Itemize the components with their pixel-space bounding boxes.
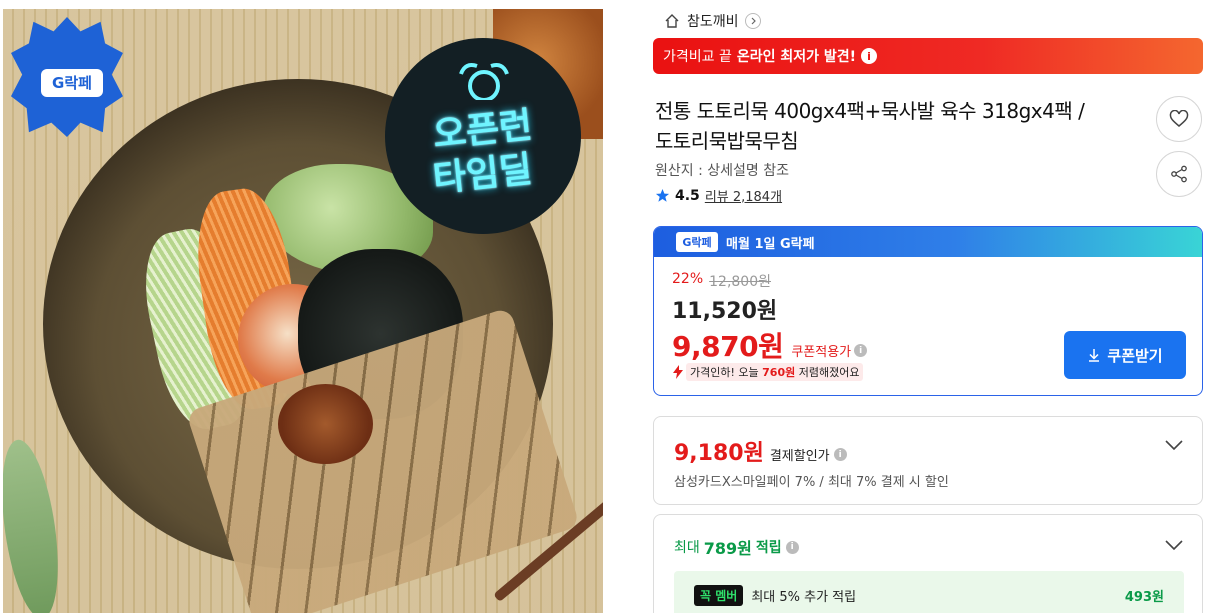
origin-info: 원산지 : 상세설명 참조: [655, 163, 789, 179]
coupon-label-text: 쿠폰적용가: [791, 345, 852, 360]
chevron-down-icon[interactable]: [1164, 439, 1184, 451]
card-discount-box[interactable]: 9,180원 결제할인가 i 삼성카드X스마일페이 7% / 최대 7% 결제 …: [653, 416, 1203, 505]
heart-icon: [1169, 110, 1189, 127]
g-festival-mini-logo: G락페: [676, 232, 718, 252]
lowest-price-banner[interactable]: 가격비교 끝 온라인 최저가 발견! i: [653, 38, 1203, 74]
g-festival-header-text: 매월 1일 G락페: [726, 236, 815, 252]
points-amount: 789원: [703, 539, 752, 558]
price-drop-notice: 가격인하! 오늘 760원 저렴해졌어요: [672, 363, 864, 381]
rating-score: 4.5: [675, 187, 700, 204]
open-run-badge: 오픈런 타임딜: [385, 38, 581, 234]
alarm-clock-icon: [459, 63, 509, 100]
product-image[interactable]: G락페 오픈런 타임딜: [3, 9, 603, 613]
promo-highlight: 온라인 최저가 발견!: [736, 49, 857, 65]
price-drop-chip: 가격인하! 오늘 760원 저렴해졌어요: [686, 363, 864, 381]
chevron-down-icon[interactable]: [1164, 539, 1184, 551]
discount-rate: 22%: [672, 271, 704, 287]
points-box[interactable]: 최대 789원 적립 i 꼭 멤버 최대 5% 추가 적립 493원: [653, 514, 1203, 613]
points-row: 최대 789원 적립 i: [674, 535, 799, 559]
points-suffix: 적립: [755, 540, 782, 556]
product-title-line2: 도토리묵밥묵무침: [655, 129, 799, 153]
member-points-text: 최대 5% 추가 적립: [751, 589, 857, 605]
info-icon[interactable]: i: [785, 540, 799, 554]
product-title: 전통 도토리묵 400gx4팩+묵사발 육수 318gx4팩 / 도토리묵밥묵무…: [655, 96, 1135, 156]
rating-row: 4.5 리뷰 2,184개: [655, 186, 782, 205]
download-icon: [1089, 349, 1100, 362]
review-link[interactable]: 리뷰 2,184개: [705, 186, 782, 205]
share-icon: [1171, 165, 1187, 183]
promo-prefix: 가격비교 끝: [663, 49, 732, 65]
card-discount-price: 9,180원: [674, 441, 764, 466]
price-drop-amount: 760원: [762, 366, 796, 379]
member-points-row: 꼭 멤버 최대 5% 추가 적립 493원: [674, 571, 1184, 613]
coupon-price-row: 9,870원 쿠폰적용가 i: [672, 325, 868, 365]
lightning-icon: [673, 365, 683, 379]
coupon-price-label: 쿠폰적용가 i: [791, 341, 868, 360]
price-drop-suffix: 저렴해졌어요: [798, 366, 860, 379]
card-price-row: 9,180원 결제할인가 i: [674, 435, 847, 467]
card-discount-label: 결제할인가 i: [770, 445, 847, 464]
g-festival-logo-text: G락페: [41, 69, 103, 97]
get-coupon-button[interactable]: 쿠폰받기: [1064, 331, 1186, 379]
star-icon: [655, 188, 670, 202]
sauce-topping: [278, 384, 373, 464]
badge-text-line2: 타임딜: [431, 148, 535, 201]
g-festival-header: G락페 매월 1일 G락페: [654, 227, 1202, 257]
coupon-price: 9,870원: [672, 330, 784, 363]
seller-link[interactable]: 참도깨비: [687, 11, 739, 31]
breadcrumb: 참도깨비: [663, 10, 761, 32]
wishlist-button[interactable]: [1156, 96, 1202, 142]
info-icon[interactable]: i: [861, 48, 878, 64]
share-button[interactable]: [1156, 151, 1202, 197]
info-icon[interactable]: i: [854, 344, 868, 357]
get-coupon-label: 쿠폰받기: [1107, 346, 1163, 365]
sale-price: 11,520원: [672, 299, 778, 324]
card-discount-label-text: 결제할인가: [769, 449, 830, 464]
price-drop-prefix: 가격인하! 오늘: [690, 366, 759, 379]
original-price: 12,800원: [709, 274, 771, 290]
product-title-line1: 전통 도토리묵 400gx4팩+묵사발 육수 318gx4팩 /: [655, 99, 1085, 123]
coupon-price-box: G락페 매월 1일 G락페 22% 12,800원 11,520원 9,870원…: [653, 226, 1203, 396]
discount-row: 22% 12,800원: [672, 271, 771, 291]
member-points-amount: 493원: [1124, 589, 1164, 605]
points-prefix: 최대: [674, 540, 700, 556]
info-icon[interactable]: i: [833, 448, 847, 461]
chevron-right-icon[interactable]: [744, 13, 761, 29]
member-badge: 꼭 멤버: [694, 584, 744, 606]
home-icon[interactable]: [663, 12, 681, 30]
card-discount-description: 삼성카드X스마일페이 7% / 최대 7% 결제 시 할인: [674, 475, 949, 490]
